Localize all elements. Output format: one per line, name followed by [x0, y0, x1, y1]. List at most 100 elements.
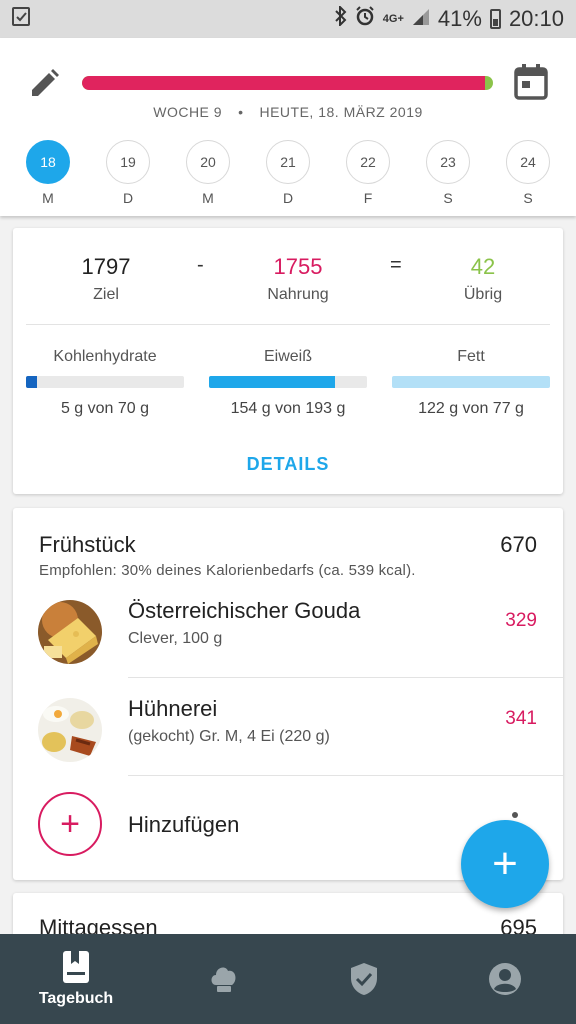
day-item[interactable]: 21 D	[264, 140, 312, 206]
food-detail: (gekocht) Gr. M, 4 Ei (220 g)	[128, 728, 330, 745]
weekday-label: D	[282, 190, 294, 206]
nav-diary[interactable]: Tagebuch	[4, 934, 148, 1024]
day-item[interactable]: 20 M	[184, 140, 232, 206]
status-bar: 4G+ 41% 20:10	[0, 0, 576, 38]
macro-protein: Eiweiß 154 g von 193 g	[209, 348, 367, 418]
meal-kcal: 670	[500, 532, 537, 557]
day-number: 21	[266, 140, 310, 184]
macro-bar	[26, 376, 184, 388]
macro-bar	[209, 376, 367, 388]
food-name: Hühnerei	[128, 696, 218, 721]
add-icon[interactable]: +	[38, 792, 102, 856]
macro-carbs: Kohlenhydrate 5 g von 70 g	[26, 348, 184, 418]
weekday-label: D	[122, 190, 134, 206]
week-day-selector: 18 M 19 D 20 M 21 D 22 F 23 S 24 S	[0, 140, 576, 210]
day-number: 20	[186, 140, 230, 184]
macro-name: Kohlenhydrate	[53, 348, 157, 365]
shield-check-icon	[351, 963, 377, 995]
goal-label: Ziel	[93, 286, 119, 303]
calendar-icon	[514, 64, 548, 100]
calorie-progress-fill	[82, 76, 485, 90]
bluetooth-icon	[335, 4, 347, 32]
breakfast-card: Frühstück 670 Empfohlen: 30% deines Kalo…	[13, 508, 563, 880]
remaining-block: 42 Übrig	[408, 254, 558, 304]
add-food-label: Hinzufügen	[128, 812, 240, 837]
battery-icon	[489, 9, 501, 29]
bottom-navigation: Tagebuch	[0, 934, 576, 1024]
food-block: 1755 Nahrung	[223, 254, 373, 304]
calorie-progress-bar	[82, 76, 493, 90]
food-kcal: 341	[505, 708, 537, 729]
weekday-label: S	[523, 190, 533, 206]
divider	[26, 324, 550, 325]
nav-recipes[interactable]	[152, 934, 296, 1024]
weekday-label: F	[363, 190, 373, 206]
network-type: 4G+	[382, 13, 404, 25]
nav-profile[interactable]	[433, 934, 576, 1024]
today-label: HEUTE, 18. MÄRZ 2019	[259, 104, 423, 120]
item-divider	[128, 677, 563, 678]
nav-plus[interactable]	[292, 934, 436, 1024]
diary-book-icon	[63, 951, 89, 983]
diary-header: WOCHE 9 • HEUTE, 18. MÄRZ 2019 18 M 19 D 2…	[0, 38, 576, 216]
task-checkbox-icon	[12, 6, 30, 32]
details-button[interactable]: DETAILS	[13, 454, 563, 475]
macro-amount: 122 g von 77 g	[418, 400, 524, 417]
day-number: 24	[506, 140, 550, 184]
nutrition-summary-card: 1797 Ziel - 1755 Nahrung = 42 Übrig Kohl…	[13, 228, 563, 494]
chef-hat-icon	[211, 967, 236, 992]
weekday-label: S	[443, 190, 453, 206]
remaining-label: Übrig	[463, 286, 503, 303]
item-divider	[128, 775, 563, 776]
day-item[interactable]: 22 F	[344, 140, 392, 206]
clock: 20:10	[508, 6, 564, 31]
minus-sign: -	[197, 254, 204, 276]
macro-bar-fill	[392, 376, 550, 388]
weekday-label: M	[42, 190, 54, 206]
day-item[interactable]: 19 D	[104, 140, 152, 206]
overflow-dot	[512, 812, 518, 818]
macro-amount: 154 g von 193 g	[230, 400, 346, 417]
day-item[interactable]: 24 S	[504, 140, 552, 206]
battery-percent: 41%	[437, 6, 482, 31]
macro-bar-fill	[26, 376, 38, 388]
date-separator: •	[238, 104, 244, 120]
food-item[interactable]: Österreichischer Gouda Clever, 100 g 329	[13, 598, 563, 696]
macro-fat: Fett 122 g von 77 g	[392, 348, 550, 418]
nav-diary-label: Tagebuch	[38, 990, 114, 1007]
pencil-icon	[32, 69, 59, 96]
eggs-image	[38, 698, 102, 762]
day-number: 23	[426, 140, 470, 184]
macro-amount: 5 g von 70 g	[60, 400, 150, 417]
calorie-equation: 1797 Ziel - 1755 Nahrung = 42 Übrig	[13, 254, 563, 314]
food-kcal: 329	[505, 610, 537, 631]
meal-recommendation: Empfohlen: 30% deines Kalorienbedarfs (c…	[39, 562, 416, 579]
food-value: 1755	[273, 254, 323, 279]
macro-bar	[392, 376, 550, 388]
edit-goal-button[interactable]	[26, 66, 62, 102]
day-item[interactable]: 23 S	[424, 140, 472, 206]
macro-name: Fett	[457, 348, 485, 365]
signal-icon	[412, 6, 430, 32]
meal-title[interactable]: Frühstück	[39, 532, 136, 558]
day-item[interactable]: 18 M	[24, 140, 72, 206]
food-name: Österreichischer Gouda	[128, 598, 361, 623]
day-number: 18	[26, 140, 70, 184]
date-line: WOCHE 9 • HEUTE, 18. MÄRZ 2019	[0, 104, 576, 120]
profile-icon	[489, 963, 521, 995]
alarm-icon	[355, 6, 375, 32]
goal-value: 1797	[81, 254, 131, 279]
calendar-button[interactable]	[514, 64, 548, 100]
food-detail: Clever, 100 g	[128, 630, 223, 647]
add-fab-button[interactable]: +	[461, 820, 549, 908]
food-item[interactable]: Hühnerei (gekocht) Gr. M, 4 Ei (220 g) 3…	[13, 696, 563, 794]
macro-name: Eiweiß	[263, 348, 312, 365]
food-label: Nahrung	[267, 286, 329, 303]
week-label: WOCHE 9	[153, 104, 223, 120]
weekday-label: M	[202, 190, 214, 206]
equals-sign: =	[390, 254, 402, 276]
gouda-image	[38, 600, 102, 664]
remaining-value: 42	[470, 254, 496, 279]
goal-block: 1797 Ziel	[31, 254, 181, 304]
day-number: 22	[346, 140, 390, 184]
